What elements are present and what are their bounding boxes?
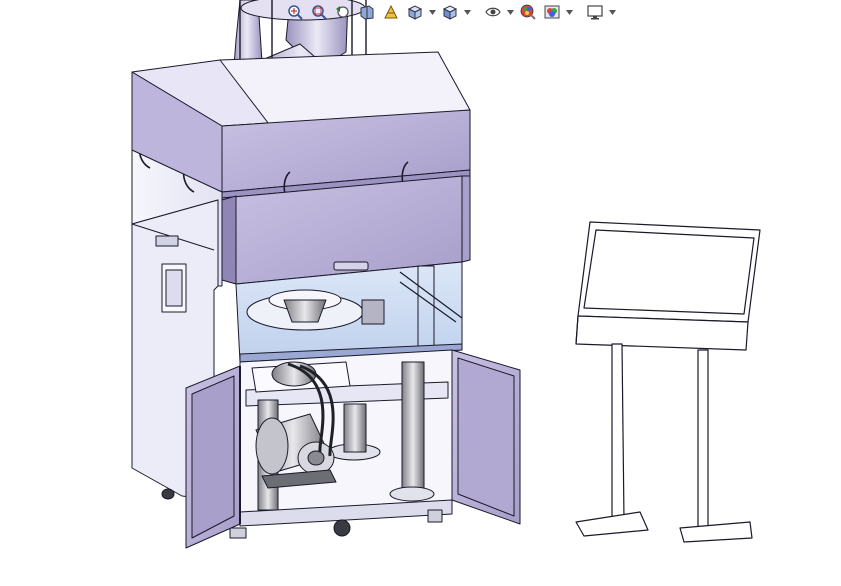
chevron-down-icon[interactable] [608, 1, 617, 23]
hide-show-items-icon[interactable] [482, 1, 504, 23]
view-orientation-icon[interactable] [404, 1, 426, 23]
graphics-viewport[interactable] [0, 0, 841, 582]
chevron-down-icon[interactable] [463, 1, 472, 23]
chevron-down-icon[interactable] [506, 1, 515, 23]
display-style-icon[interactable] [439, 1, 461, 23]
section-view-icon[interactable] [356, 1, 378, 23]
left-door[interactable] [185, 365, 241, 549]
dynamic-annotation-icon[interactable] [380, 1, 402, 23]
tablet-press-machine[interactable] [131, 0, 521, 549]
edit-appearance-icon[interactable] [517, 1, 539, 23]
lower-compartment [229, 349, 453, 539]
caster-wheel [161, 488, 175, 500]
right-door[interactable] [451, 349, 521, 525]
previous-view-icon[interactable] [332, 1, 354, 23]
touch-screen-stand[interactable] [575, 221, 761, 543]
chevron-down-icon[interactable] [428, 1, 437, 23]
zoom-to-fit-icon[interactable] [284, 1, 306, 23]
chevron-down-icon[interactable] [565, 1, 574, 23]
heads-up-view-toolbar [284, 0, 617, 24]
view-settings-icon[interactable] [584, 1, 606, 23]
zoom-to-area-icon[interactable] [308, 1, 330, 23]
apply-scene-icon[interactable] [541, 1, 563, 23]
